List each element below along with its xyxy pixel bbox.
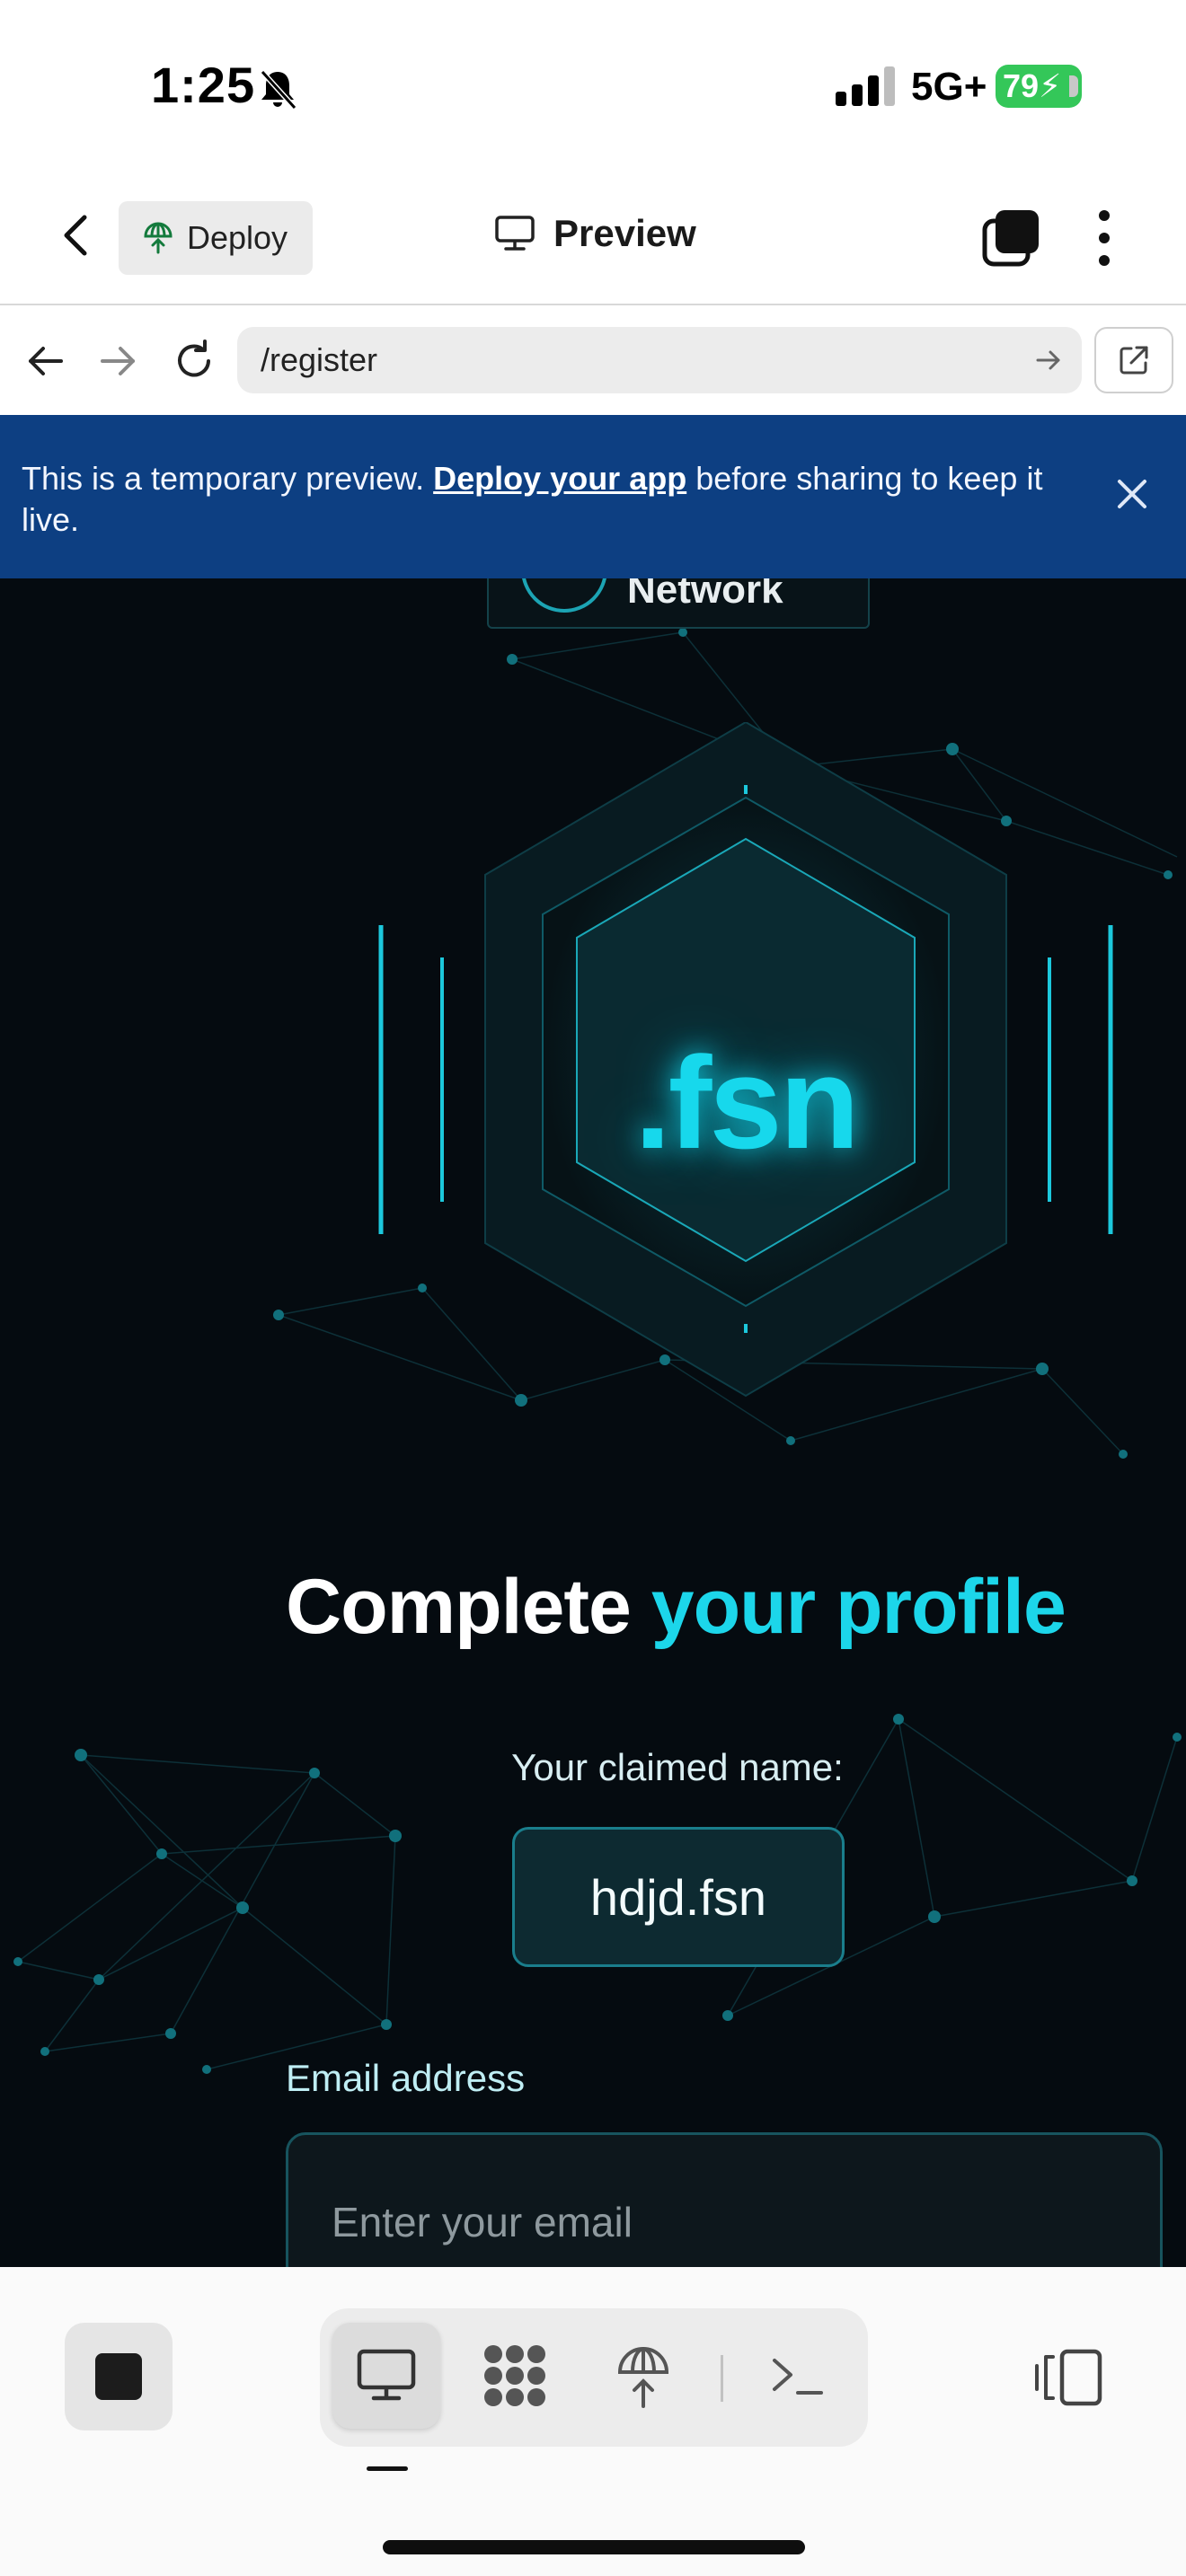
- status-bar: 1:25 5G+ 79⚡: [0, 0, 1186, 171]
- open-external-button[interactable]: [1094, 327, 1173, 393]
- split-view-icon[interactable]: [1033, 2346, 1105, 2409]
- battery-cap: [1069, 75, 1078, 97]
- banner-text-before: This is a temporary preview.: [22, 460, 434, 497]
- url-field[interactable]: /register: [237, 327, 1082, 393]
- toolbar-divider: [721, 2355, 723, 2402]
- desktop-preview-tab[interactable]: [332, 2323, 440, 2429]
- go-arrow-icon[interactable]: [1033, 345, 1064, 375]
- charging-bolt-icon: ⚡: [1039, 67, 1062, 104]
- preview-label: Preview: [553, 212, 696, 254]
- page-headline: Complete your profile: [286, 1563, 1067, 1652]
- bell-muted-icon: [260, 69, 297, 110]
- logo-emblem-icon: [521, 578, 607, 613]
- active-tab-indicator: [367, 2466, 408, 2471]
- terminal-icon: [773, 2359, 823, 2395]
- deploy-icon: [617, 2346, 669, 2408]
- battery-level: 79: [1003, 67, 1040, 104]
- more-options-icon[interactable]: [1091, 207, 1118, 269]
- stop-button[interactable]: [65, 2323, 173, 2430]
- tabs-icon[interactable]: [981, 208, 1040, 268]
- deploy-your-app-link[interactable]: Deploy your app: [433, 460, 686, 497]
- claimed-name-value: hdjd.fsn: [589, 1868, 767, 1926]
- email-label: Email address: [286, 2057, 526, 2099]
- url-row: /register: [0, 307, 1186, 415]
- desktop-preview-icon: [357, 2349, 416, 2401]
- banner-text: This is a temporary preview. Deploy your…: [22, 458, 1082, 541]
- monitor-icon: [495, 216, 535, 251]
- claimed-name-label: Your claimed name:: [511, 1746, 844, 1788]
- terminal-tab[interactable]: [744, 2323, 852, 2429]
- claimed-name-box: hdjd.fsn: [512, 1827, 845, 1967]
- deploy-button[interactable]: Deploy: [119, 201, 313, 275]
- reload-icon[interactable]: [169, 336, 219, 386]
- status-time: 1:25: [151, 57, 256, 113]
- preview-title: Preview: [494, 212, 696, 255]
- network-type: 5G+: [911, 65, 987, 109]
- back-arrow-icon[interactable]: [20, 336, 70, 386]
- close-icon[interactable]: [1112, 474, 1152, 514]
- forward-arrow-icon[interactable]: [93, 336, 144, 386]
- back-chevron-icon[interactable]: [54, 208, 101, 262]
- deploy-icon: [144, 222, 173, 254]
- bottom-toolbar: [0, 2267, 1186, 2576]
- logo-text: Network: [627, 578, 783, 612]
- external-link-icon: [1120, 346, 1148, 375]
- view-switcher: [320, 2308, 868, 2447]
- domain-badge: .fsn: [634, 1029, 860, 1176]
- screen: 1:25 5G+ 79⚡ Deploy Preview /register Th…: [0, 0, 1186, 2576]
- headline-white: Complete: [286, 1564, 651, 1650]
- app-header: Deploy Preview: [0, 171, 1186, 305]
- headline-accent: your profile: [651, 1564, 1067, 1650]
- site-logo[interactable]: Network: [487, 578, 870, 629]
- deploy-tab[interactable]: [589, 2323, 697, 2429]
- email-input[interactable]: [286, 2132, 1163, 2267]
- deploy-label: Deploy: [187, 219, 288, 256]
- nodes-icon: [484, 2345, 545, 2406]
- stop-icon: [95, 2353, 142, 2400]
- cellular-signal-icon: [836, 66, 895, 106]
- home-indicator: [383, 2540, 805, 2554]
- nodes-tab[interactable]: [460, 2323, 568, 2429]
- url-path: /register: [261, 341, 378, 378]
- temporary-preview-banner: This is a temporary preview. Deploy your…: [0, 415, 1186, 578]
- web-preview: Network .fsn Complete your profile Your …: [0, 578, 1186, 2267]
